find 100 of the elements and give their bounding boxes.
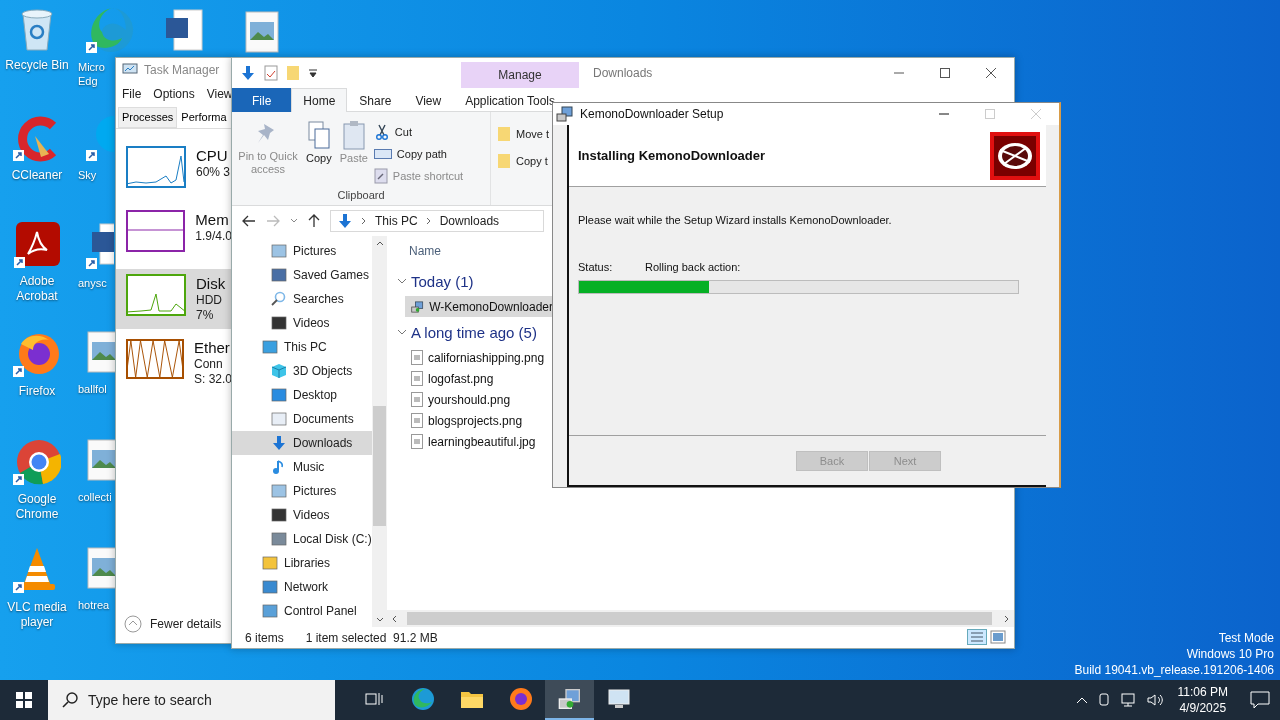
speaker-icon xyxy=(1145,692,1164,708)
ribbon-tab[interactable]: View xyxy=(403,88,454,112)
fewer-details-link[interactable]: Fewer details xyxy=(150,617,222,631)
file-row[interactable]: californiashipping.png xyxy=(405,347,553,368)
os-watermark-text: Windows 10 Pro xyxy=(1186,646,1274,662)
window-title: KemonoDownloader Setup xyxy=(580,107,725,121)
search-icon xyxy=(62,692,78,708)
image-file-icon xyxy=(411,350,423,365)
cube-icon xyxy=(271,363,287,379)
ribbon-command[interactable]: Copy t xyxy=(497,151,549,170)
address-bar[interactable]: This PC Downloads xyxy=(330,210,544,232)
nav-item[interactable]: This PC xyxy=(232,335,372,359)
ribbon-group-label: Clipboard xyxy=(336,189,386,203)
chevron-right-icon xyxy=(425,217,432,225)
ribbon-command[interactable]: Move t xyxy=(497,124,549,143)
contextual-tab-header: Manage xyxy=(461,62,579,88)
resource-row[interactable]: CPU 60% 3 xyxy=(116,141,232,201)
ribbon-command[interactable]: Copy path xyxy=(373,144,464,163)
nav-item[interactable]: Documents xyxy=(232,407,372,431)
setup-heading: Installing KemonoDownloader xyxy=(578,148,766,163)
file-row[interactable]: yourshould.png xyxy=(405,389,553,410)
nav-item[interactable]: Local Disk (C:) xyxy=(232,527,372,551)
breadcrumb-item[interactable]: This PC xyxy=(375,214,418,228)
nav-item[interactable]: Searches xyxy=(232,287,372,311)
os-watermark-text: Build 19041.vb_release.191206-1406 xyxy=(1074,662,1274,678)
resource-detail: Conn xyxy=(193,357,224,372)
download-arrow-icon xyxy=(240,65,256,81)
nav-item[interactable]: Music xyxy=(232,455,372,479)
nav-item[interactable]: Pictures xyxy=(232,239,372,263)
group-header[interactable]: Today (1) xyxy=(411,272,474,290)
setup-message: Please wait while the Setup Wizard installs KemonoDownloader. xyxy=(578,214,893,226)
resource-detail: S: 32.0 xyxy=(193,372,232,387)
installer-icon xyxy=(411,298,425,315)
chevron-icon xyxy=(397,276,407,286)
scissors-icon xyxy=(373,123,390,140)
folder-icon xyxy=(497,152,511,169)
properties-icon xyxy=(264,65,278,81)
ribbon-tab[interactable]: Home xyxy=(291,88,348,112)
nav-item[interactable]: Videos xyxy=(232,503,372,527)
folder-icon xyxy=(286,65,300,81)
chrome-icon xyxy=(13,438,61,486)
copy-icon xyxy=(306,120,331,150)
search-field[interactable]: Type here to search xyxy=(48,680,335,720)
file-row[interactable]: blogsprojects.png xyxy=(405,410,553,431)
menu-item[interactable]: File xyxy=(122,87,142,107)
firefox-icon xyxy=(508,687,533,711)
task-view-icon xyxy=(364,691,383,707)
status-text: 6 items xyxy=(245,630,284,645)
ribbon-command[interactable]: Copy xyxy=(302,116,336,189)
status-label: Status: xyxy=(578,261,614,273)
nav-item[interactable]: 3D Objects xyxy=(232,359,372,383)
close-icon xyxy=(986,68,996,78)
minimize-icon xyxy=(939,113,949,115)
nav-item[interactable]: Network xyxy=(232,575,372,599)
nav-item[interactable]: Videos xyxy=(232,311,372,335)
clock[interactable]: 11:06 PM 4/9/2025 xyxy=(1177,684,1228,716)
column-header[interactable]: Name xyxy=(409,244,441,258)
search-icon xyxy=(271,291,287,307)
nav-item[interactable]: Control Panel xyxy=(232,599,372,623)
chevron-up-icon xyxy=(1075,696,1088,704)
back-arrow-icon xyxy=(242,215,256,227)
ribbon-tab[interactable]: Share xyxy=(347,88,404,112)
notification-icon xyxy=(1250,691,1270,709)
file-row[interactable]: learningbeautiful.jpg xyxy=(405,431,553,452)
nav-item[interactable]: Desktop xyxy=(232,383,372,407)
os-watermark-text: Test Mode xyxy=(1218,630,1274,646)
minimize-icon xyxy=(894,72,904,74)
resource-row[interactable]: Ether Conn S: 32.0 xyxy=(116,333,232,393)
edge-icon xyxy=(86,6,136,54)
maximize-icon xyxy=(940,68,950,78)
horizontal-scrollbar[interactable] xyxy=(387,610,1014,627)
maximize-icon xyxy=(985,109,995,119)
installer-icon xyxy=(556,105,574,123)
file-row[interactable]: logofast.png xyxy=(405,368,553,389)
resource-row[interactable]: Mem 1.9/4.0 xyxy=(116,205,232,265)
ribbon-tab[interactable]: File xyxy=(232,88,292,112)
ribbon-command[interactable]: Cut xyxy=(373,122,464,141)
resource-row[interactable]: Disk HDD 7% xyxy=(116,269,232,329)
taskbar-button[interactable] xyxy=(545,680,594,720)
download-arrow-icon xyxy=(337,213,353,229)
image-file-icon xyxy=(244,10,280,56)
vertical-scrollbar[interactable] xyxy=(372,236,387,627)
folder-icon xyxy=(497,125,511,142)
nav-item[interactable]: Downloads xyxy=(232,431,372,455)
scroll-left-icon xyxy=(391,614,397,623)
breadcrumb-item[interactable]: Downloads xyxy=(439,214,500,228)
tab[interactable]: Processes xyxy=(118,107,178,128)
nav-item[interactable]: Saved Games xyxy=(232,263,372,287)
menu-item[interactable]: Options xyxy=(153,87,195,107)
nav-item[interactable]: Pictures xyxy=(232,479,372,503)
resource-detail: 60% 3 xyxy=(196,165,231,180)
windows-logo-icon xyxy=(16,692,32,708)
group-header[interactable]: A long time ago (5) xyxy=(411,323,537,341)
resource-detail: HDD xyxy=(196,293,223,308)
window-title: Downloads xyxy=(593,66,654,80)
file-row[interactable]: W-KemonoDownloader xyxy=(405,296,553,317)
nav-item[interactable]: Libraries xyxy=(232,551,372,575)
monitor-icon xyxy=(122,63,138,77)
image-file-icon xyxy=(411,371,423,386)
chevron-right-icon xyxy=(361,217,367,225)
